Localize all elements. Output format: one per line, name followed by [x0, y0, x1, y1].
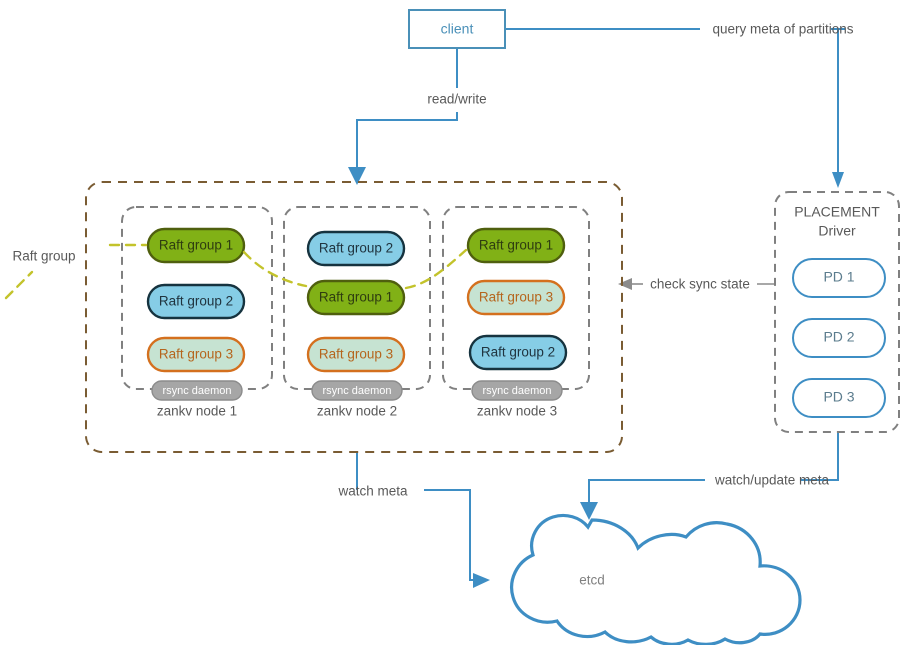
pd-item-2[interactable]: PD 2: [792, 318, 886, 358]
cloud-outline-icon: [510, 513, 802, 645]
connector-watch-meta: [356, 452, 490, 588]
label-watch-update-meta: watch/update meta: [714, 473, 830, 488]
watch-meta-arrowhead-icon: [473, 573, 490, 588]
node-1-raft-group-2[interactable]: Raft group 2: [146, 283, 246, 320]
node-2-pill-1-label: Raft group 2: [319, 241, 393, 256]
watch-update-meta-arrowhead-icon: [580, 502, 598, 520]
pd-3-label: PD 3: [823, 389, 854, 405]
placement-driver-title-line2: Driver: [818, 223, 856, 239]
pd-2-label: PD 2: [823, 329, 854, 345]
connector-query-meta: [505, 28, 845, 188]
node-1-caption: zankv node 1: [157, 404, 237, 419]
raft-group-legend-dash: [4, 270, 34, 300]
node-1-pill-3-label: Raft group 3: [159, 347, 233, 362]
zankv-node-2: Raft group 2 Raft group 1 Raft group 3 r…: [283, 206, 431, 419]
raft-group-dash-node1-node2: [242, 250, 308, 288]
label-raft-group: Raft group: [12, 249, 75, 264]
node-1-raft-group-1[interactable]: Raft group 1: [146, 227, 246, 264]
etcd-label: etcd: [579, 573, 605, 588]
client-box[interactable]: client: [408, 9, 506, 49]
node-1-rsync-daemon[interactable]: rsync daemon: [151, 380, 243, 401]
query-meta-arrowhead-icon: [832, 172, 844, 188]
node-1-raft-group-3[interactable]: Raft group 3: [146, 336, 246, 373]
connector-read-write: [348, 47, 458, 185]
label-read-write: read/write: [427, 92, 486, 107]
architecture-diagram: etcd client Raft group 1 Raft group 2 Ra…: [4, 9, 900, 645]
raft-group-dash-node2-node3: [404, 248, 468, 290]
node-2-raft-group-1[interactable]: Raft group 1: [306, 279, 406, 316]
node-1-daemon-label: rsync daemon: [162, 385, 231, 397]
node-2-daemon-label: rsync daemon: [322, 385, 391, 397]
node-1-pill-2-label: Raft group 2: [159, 294, 233, 309]
node-3-pill-1-label: Raft group 1: [479, 238, 553, 253]
node-2-raft-group-3[interactable]: Raft group 3: [306, 336, 406, 373]
check-sync-arrowhead-icon: [618, 278, 632, 290]
node-3-rsync-daemon[interactable]: rsync daemon: [471, 380, 563, 401]
zankv-node-1: Raft group 1 Raft group 2 Raft group 3 r…: [121, 206, 273, 419]
node-2-raft-group-2[interactable]: Raft group 2: [306, 230, 406, 267]
label-query-meta: query meta of partitions: [712, 22, 853, 37]
node-3-pill-2-label: Raft group 3: [479, 290, 553, 305]
node-1-pill-1-label: Raft group 1: [159, 238, 233, 253]
pd-1-label: PD 1: [823, 269, 854, 285]
watch-update-meta-line-left: [588, 479, 705, 505]
pd-item-3[interactable]: PD 3: [792, 378, 886, 418]
node-3-raft-group-2[interactable]: Raft group 2: [468, 334, 568, 371]
zankv-node-3: Raft group 1 Raft group 3 Raft group 2 r…: [442, 206, 590, 419]
etcd-cloud: etcd: [510, 513, 802, 645]
placement-driver-panel: PLACEMENT Driver PD 1 PD 2 PD 3: [774, 191, 900, 433]
client-label: client: [441, 21, 474, 37]
node-2-caption: zankv node 2: [317, 404, 397, 419]
node-3-pill-3-label: Raft group 2: [481, 345, 555, 360]
node-3-daemon-label: rsync daemon: [482, 385, 551, 397]
placement-driver-title-line1: PLACEMENT: [794, 204, 880, 220]
read-write-line-elbow: [356, 112, 458, 172]
node-3-raft-group-3[interactable]: Raft group 3: [466, 279, 566, 316]
watch-meta-line-elbow: [424, 489, 478, 581]
node-2-pill-3-label: Raft group 3: [319, 347, 393, 362]
node-3-caption: zankv node 3: [477, 404, 557, 419]
pd-item-1[interactable]: PD 1: [792, 258, 886, 298]
label-check-sync-state: check sync state: [650, 277, 750, 292]
node-3-raft-group-1[interactable]: Raft group 1: [466, 227, 566, 264]
node-2-rsync-daemon[interactable]: rsync daemon: [311, 380, 403, 401]
node-2-pill-2-label: Raft group 1: [319, 290, 393, 305]
label-watch-meta: watch meta: [337, 484, 408, 499]
